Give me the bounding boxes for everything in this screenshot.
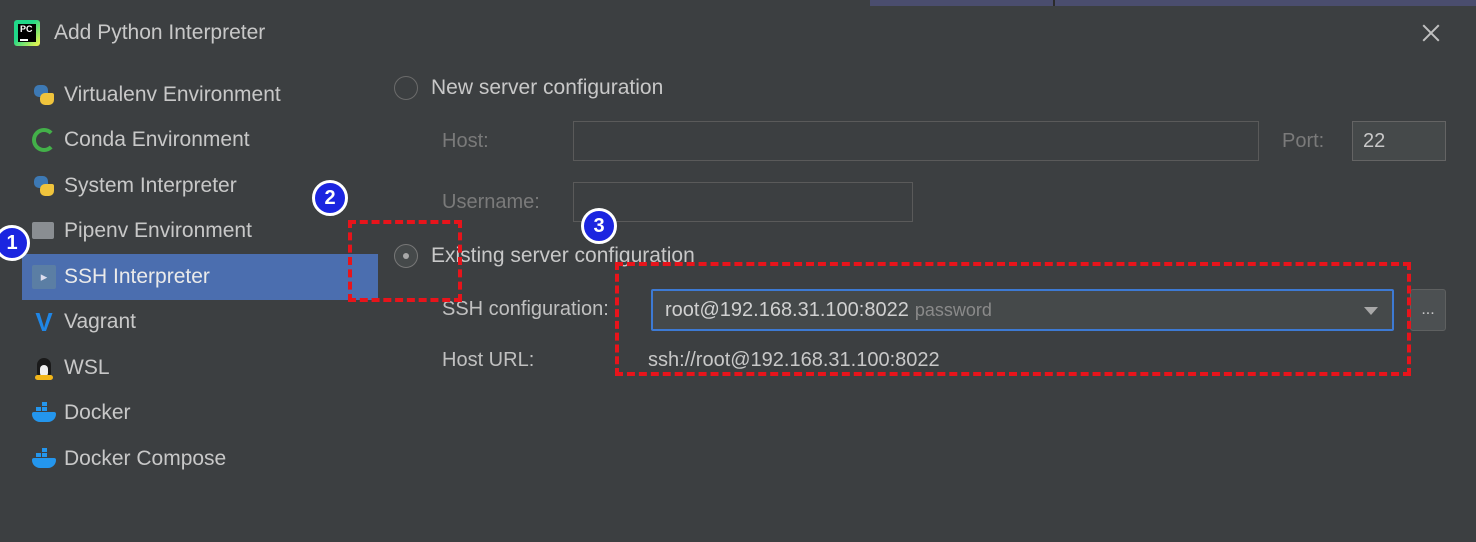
sidebar-item-label: Pipenv Environment: [64, 219, 252, 243]
sidebar-item-vagrant[interactable]: V Vagrant: [22, 300, 378, 346]
interpreter-type-list: Virtualenv Environment Conda Environment…: [22, 72, 378, 482]
new-server-option[interactable]: New server configuration: [394, 76, 663, 100]
ssh-config-label: SSH configuration:: [442, 298, 609, 320]
title-bar: PC Add Python Interpreter: [0, 6, 1476, 56]
sidebar-item-label: Docker Compose: [64, 446, 227, 470]
app-icon-bar: [20, 39, 28, 41]
sidebar-item-conda[interactable]: Conda Environment: [22, 118, 378, 164]
docker-icon: [32, 401, 56, 425]
sidebar-item-wsl[interactable]: WSL: [22, 345, 378, 391]
sidebar-item-label: Docker: [64, 401, 131, 425]
host-input[interactable]: [573, 121, 1259, 161]
ssh-icon: ▸: [32, 264, 56, 289]
port-input[interactable]: 22: [1352, 121, 1446, 161]
sidebar-item-label: WSL: [64, 355, 110, 379]
sidebar-item-label: Virtualenv Environment: [64, 82, 281, 106]
host-url-label: Host URL:: [442, 349, 535, 371]
pycharm-app-icon: PC: [14, 20, 40, 46]
conda-icon: [32, 128, 56, 153]
close-icon[interactable]: [1418, 20, 1444, 46]
sidebar-item-label: Conda Environment: [64, 128, 250, 152]
browse-ssh-configs-button[interactable]: ...: [1410, 289, 1446, 331]
step-badge-2: 2: [312, 180, 348, 216]
sidebar-item-ssh-interpreter[interactable]: ▸ SSH Interpreter: [22, 254, 378, 300]
linux-penguin-icon: [32, 356, 56, 380]
new-server-radio[interactable]: [394, 76, 418, 100]
username-input[interactable]: [573, 182, 913, 222]
new-server-label: New server configuration: [431, 76, 664, 99]
docker-compose-icon: [32, 447, 56, 471]
step-badge-3: 3: [581, 208, 617, 244]
sidebar-item-label: System Interpreter: [64, 173, 237, 197]
callout-box-3: [615, 262, 1411, 376]
vagrant-icon: V: [35, 307, 53, 338]
python-icon: [32, 174, 56, 198]
pipenv-icon: [32, 219, 56, 243]
sidebar-item-docker-compose[interactable]: Docker Compose: [22, 436, 378, 482]
port-label: Port:: [1282, 130, 1325, 152]
callout-box-2: [348, 220, 462, 302]
sidebar-item-label: SSH Interpreter: [64, 264, 210, 288]
python-icon: [32, 83, 56, 107]
host-label: Host:: [442, 130, 489, 152]
username-label: Username:: [442, 191, 540, 213]
sidebar-item-label: Vagrant: [64, 310, 136, 334]
dialog-title: Add Python Interpreter: [54, 21, 266, 44]
sidebar-item-docker[interactable]: Docker: [22, 391, 378, 437]
sidebar-item-virtualenv[interactable]: Virtualenv Environment: [22, 72, 378, 118]
